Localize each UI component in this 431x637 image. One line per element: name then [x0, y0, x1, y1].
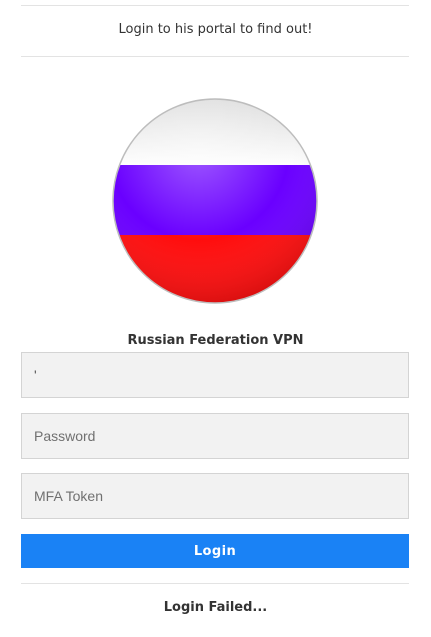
- russia-flag-sphere-icon: [111, 97, 319, 305]
- intro-text: Login to his portal to find out!: [118, 22, 313, 37]
- top-divider: [21, 5, 409, 6]
- status-message: Login Failed...: [163, 600, 268, 615]
- status-divider: [21, 583, 409, 584]
- login-button[interactable]: Login: [21, 534, 409, 568]
- intro-divider: [21, 56, 409, 57]
- vpn-heading: Russian Federation VPN: [127, 333, 304, 348]
- password-field[interactable]: [21, 413, 409, 459]
- mfa-token-field[interactable]: [21, 473, 409, 519]
- flag-sphere-shine: [113, 99, 317, 303]
- flag-sphere-svg: [112, 98, 318, 304]
- username-field[interactable]: [21, 352, 409, 398]
